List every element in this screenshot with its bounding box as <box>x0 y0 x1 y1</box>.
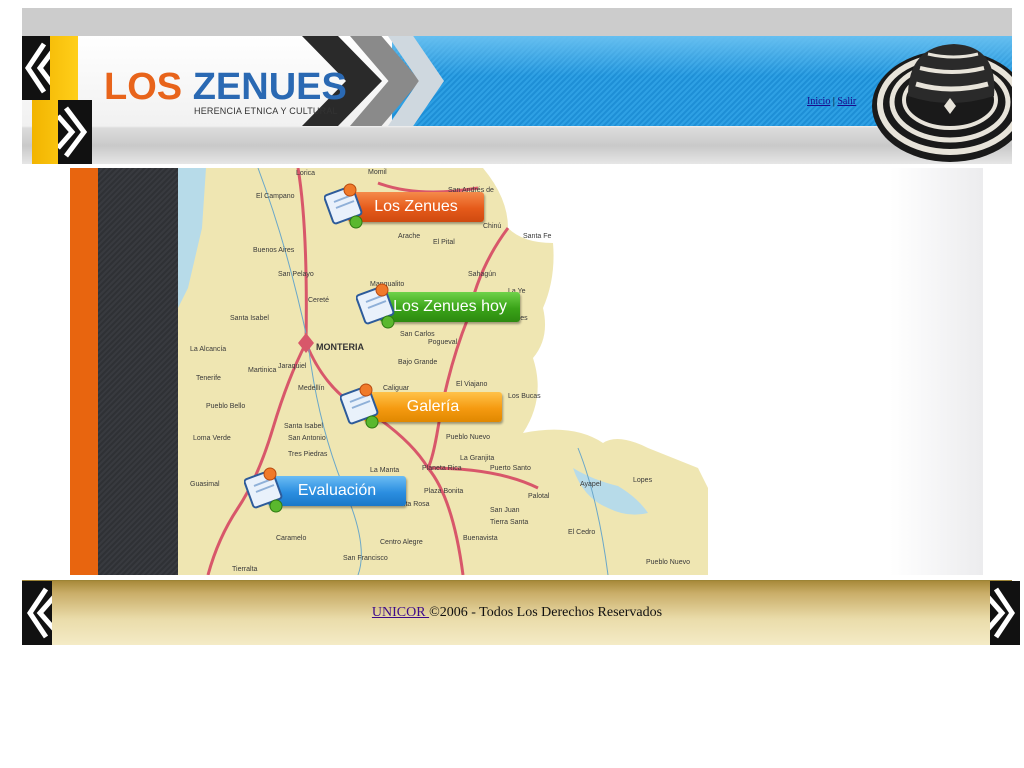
map-place-label: Centro Alegre <box>380 539 423 546</box>
salir-link[interactable]: Salir <box>837 96 856 107</box>
map-place-label: El Viajano <box>456 381 488 388</box>
map-place-label: Bajo Grande <box>398 359 437 366</box>
map-place-label: Tres Piedras <box>288 451 328 458</box>
header-chevron-left-block <box>22 36 50 100</box>
footer-copyright-text: ©2006 - Todos Los Derechos Reservados <box>429 605 663 620</box>
menu-button-evaluacion[interactable]: Evaluación <box>244 467 408 513</box>
map-place-label: San Francisco <box>343 555 388 562</box>
notepad-pin-icon <box>340 383 379 429</box>
map-place-label: El Pital <box>433 239 455 246</box>
main-content: Lorica Momil San Andrés de El Campano Ar… <box>70 168 983 575</box>
header-links: Inicio | Salir <box>807 96 856 107</box>
map-place-label: Pueblo Bello <box>206 403 245 410</box>
map-place-label: Santa Isabel <box>284 423 323 430</box>
map-place-label: Planeta Rica <box>422 465 462 472</box>
map-place-label: Pogueval <box>428 339 458 346</box>
footer-chevron-right-block <box>986 581 1020 645</box>
map-place-label: Jaraquiel <box>278 363 307 370</box>
map-place-label: Loma Verde <box>193 435 231 442</box>
map-place-label: Caramelo <box>276 535 306 542</box>
notepad-pin-icon <box>244 467 283 513</box>
dark-sidebar-strip <box>98 168 178 575</box>
map-place-label: San Antonio <box>288 435 326 442</box>
map-place-label: Sahagún <box>468 271 496 278</box>
map-place-label: Arache <box>398 233 420 240</box>
logo-los-text: LOS <box>104 66 183 108</box>
notepad-pin-icon <box>324 183 363 229</box>
map-place-label: Buenavista <box>463 535 498 542</box>
map-place-label: Pueblo Nuevo <box>446 434 490 441</box>
footer: UNICOR ©2006 - Todos Los Derechos Reserv… <box>22 580 1020 645</box>
map-place-label: El Cedro <box>568 529 595 536</box>
map-place-label: Lopes <box>633 477 653 484</box>
map-place-label: Buenos Aires <box>253 247 295 254</box>
chevron-right-icon <box>58 106 88 158</box>
map-place-label: Medellín <box>298 385 325 392</box>
link-separator: | <box>832 96 835 107</box>
map-place-label: San Pelayo <box>278 271 314 278</box>
map-place-label: Puerto Santo <box>490 465 531 472</box>
menu-button-los-zenues[interactable]: Los Zenues <box>324 183 486 229</box>
footer-copyright: UNICOR ©2006 - Todos Los Derechos Reserv… <box>22 605 1012 621</box>
map-place-label: San Juan <box>490 507 520 514</box>
map-place-label: Cereté <box>308 297 329 304</box>
map-place-label: La Manta <box>370 467 399 474</box>
map-place-label: Tierralta <box>232 566 258 573</box>
orange-sidebar-strip <box>70 168 98 575</box>
map-place-label: San Carlos <box>400 331 435 338</box>
map-city-label: MONTERIA <box>316 342 364 352</box>
header-banner: LOS ZENUES HERENCIA ETNICA Y CULTURAL In… <box>22 36 1012 164</box>
map-place-label: Guasimal <box>190 481 220 488</box>
map-place-label: La Granjita <box>460 455 494 462</box>
map-place-label: Tenerife <box>196 375 221 382</box>
map-place-label: Lorica <box>296 170 315 177</box>
sombrero-vueltiao-icon <box>872 44 1012 162</box>
map-place-label: El Campano <box>256 193 295 200</box>
map-place-label: Plaza Bonita <box>424 488 463 495</box>
top-bar <box>22 8 1012 36</box>
menu-button-los-zenues-hoy[interactable]: Los Zenues hoy <box>356 283 522 329</box>
map-place-label: Martinica <box>248 367 277 374</box>
map-place-label: Santa Fe <box>523 233 552 240</box>
unicor-link[interactable]: UNICOR <box>372 605 429 620</box>
chevron-left-icon <box>24 42 50 94</box>
map-place-label: Pueblo Nuevo <box>646 559 690 566</box>
map-place-label: Tierra Santa <box>490 519 528 526</box>
logo-subtitle: HERENCIA ETNICA Y CULTURAL <box>194 106 338 116</box>
map-place-label: Santa Isabel <box>230 315 269 322</box>
map-place-label: Ayapel <box>580 481 602 488</box>
map-place-label: La Alcancía <box>190 346 226 353</box>
logo-title: LOS ZENUES <box>104 68 347 106</box>
logo-zenues-text: ZENUES <box>192 66 347 108</box>
inicio-link[interactable]: Inicio <box>807 96 830 107</box>
map-place-label: Los Bucas <box>508 393 541 400</box>
menu-button-galeria[interactable]: Galería <box>340 383 504 429</box>
chevron-right-icon <box>986 587 1016 639</box>
map-place-label: Palotal <box>528 493 550 500</box>
map-place-label: Momil <box>368 169 387 176</box>
notepad-pin-icon <box>356 283 395 329</box>
header-chevron-right-block <box>58 100 92 164</box>
